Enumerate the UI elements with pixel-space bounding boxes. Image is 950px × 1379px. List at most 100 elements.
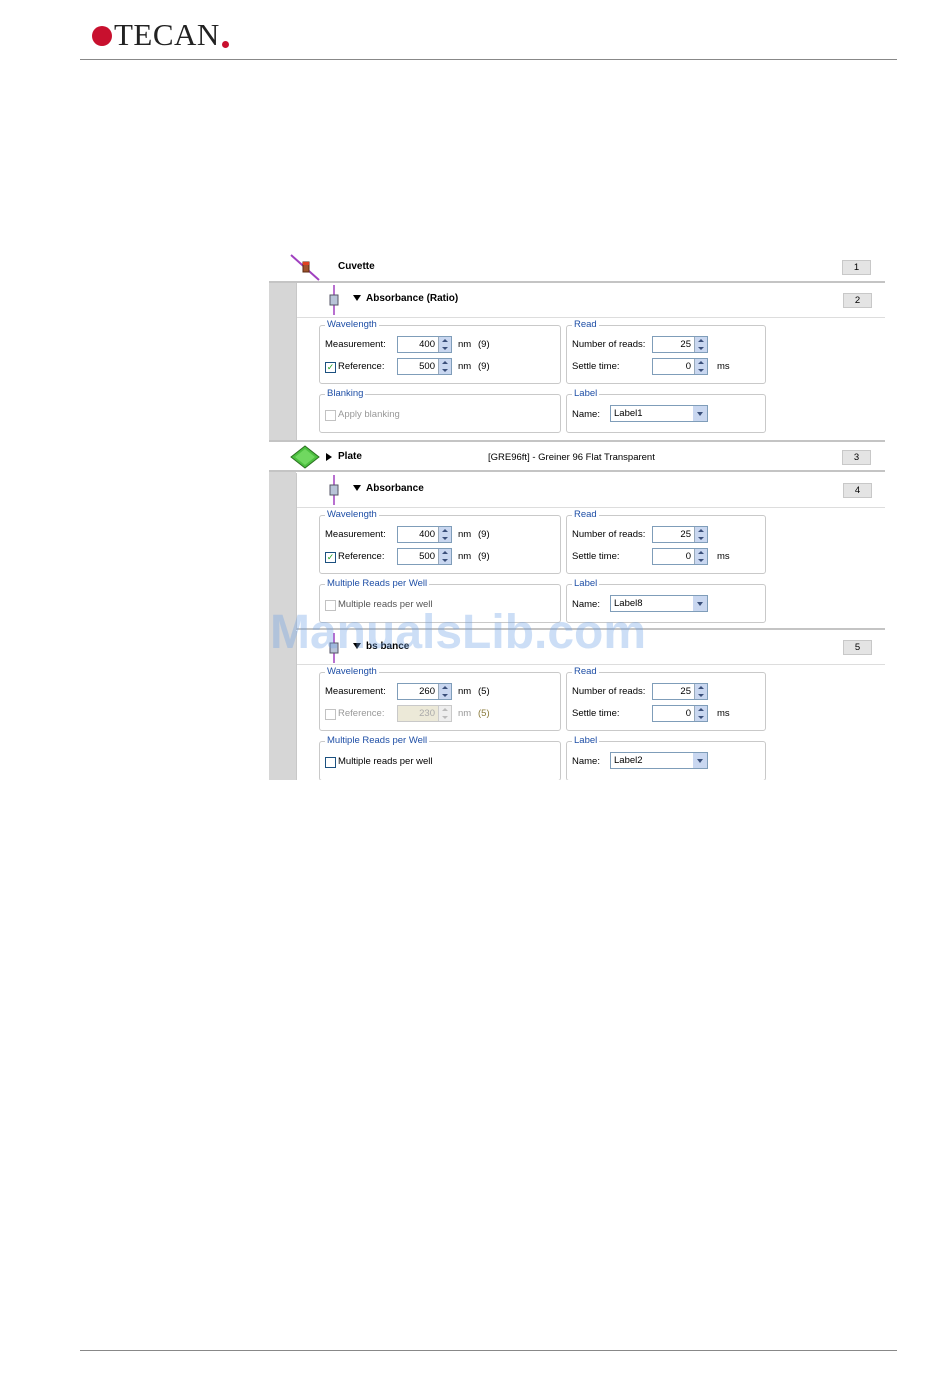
spinner-arrows-icon[interactable] <box>694 684 707 699</box>
settle-time-input[interactable]: 0 <box>652 705 708 722</box>
reference-wavelength-input[interactable]: 500 <box>397 358 452 375</box>
header-divider <box>80 59 897 60</box>
group-label: Read <box>572 509 599 520</box>
logo-period-icon <box>221 40 229 48</box>
settle-time-label: Settle time: <box>572 708 620 719</box>
reference-wavelength-input[interactable]: 230 <box>397 705 452 722</box>
spinner-arrows-icon[interactable] <box>694 337 707 352</box>
number-of-reads-input[interactable]: 25 <box>652 683 708 700</box>
read-group: Read Number of reads: 25 Settle time: 0 … <box>566 319 766 384</box>
settle-time-input[interactable]: 0 <box>652 358 708 375</box>
name-label: Name: <box>572 756 600 767</box>
number-of-reads-input[interactable]: 25 <box>652 526 708 543</box>
measurement-label: Measurement: <box>325 529 386 540</box>
number-of-reads-input[interactable]: 25 <box>652 336 708 353</box>
label-name-select[interactable]: Label1 <box>610 405 708 422</box>
measurement-wavelength-input[interactable]: 260 <box>397 683 452 700</box>
absorbance-icon <box>329 285 339 315</box>
unit-label: ms <box>717 708 730 719</box>
cuvette-icon <box>290 254 320 281</box>
row-absorbance[interactable]: Absorbance <box>297 473 885 507</box>
spinner-arrows-icon[interactable] <box>438 337 451 352</box>
row-absorbance-ratio[interactable]: Absorbance (Ratio) <box>297 283 885 317</box>
group-label: Read <box>572 666 599 677</box>
unit-label: nm <box>458 361 472 372</box>
apply-blanking-checkbox[interactable] <box>325 410 336 421</box>
absorbance-ratio-panel: Absorbance (Ratio) 2 Wavelength Measurem… <box>296 283 885 442</box>
unit-label: nm <box>458 339 472 350</box>
label-name-select[interactable]: Label2 <box>610 752 708 769</box>
settle-time-input[interactable]: 0 <box>652 548 708 565</box>
wavelength-group: Wavelength Measurement: 400 nm (9) ✓ Ref… <box>319 509 561 574</box>
group-label: Wavelength <box>325 666 379 677</box>
group-label: Multiple Reads per Well <box>325 735 430 746</box>
multiple-reads-checkbox[interactable] <box>325 757 336 768</box>
plate-description: [GRE96ft] - Greiner 96 Flat Transparent <box>488 452 655 463</box>
chevron-down-icon[interactable] <box>693 596 707 611</box>
nesting-strip <box>269 282 296 442</box>
apply-blanking-label: Apply blanking <box>338 409 400 420</box>
method-editor-screenshot: Cuvette 1 Absorbance (Ratio) 2 Wavelengt… <box>269 252 885 780</box>
unit-label: ms <box>717 551 730 562</box>
settle-time-label: Settle time: <box>572 361 620 372</box>
group-label: Blanking <box>325 388 366 399</box>
spinner-arrows-icon[interactable] <box>438 706 451 721</box>
spinner-arrows-icon[interactable] <box>438 549 451 564</box>
spinner-arrows-icon[interactable] <box>694 549 707 564</box>
chevron-down-icon[interactable] <box>693 753 707 768</box>
reference-wavelength-input[interactable]: 500 <box>397 548 452 565</box>
reference-checkbox[interactable]: ✓ <box>325 552 336 563</box>
group-label: Wavelength <box>325 509 379 520</box>
unit-label: nm <box>458 686 472 697</box>
read-group: Read Number of reads: 25 Settle time: 0 … <box>566 666 766 731</box>
reference-checkbox[interactable]: ✓ <box>325 362 336 373</box>
row-separator <box>269 470 885 472</box>
number-of-reads-label: Number of reads: <box>572 686 646 697</box>
label-group: Label Name: Label2 <box>566 735 766 780</box>
spinner-arrows-icon[interactable] <box>438 684 451 699</box>
header-line <box>297 664 885 665</box>
logo-dot-icon <box>92 26 112 46</box>
measurement-label: Measurement: <box>325 686 386 697</box>
row-plate[interactable]: Plate [GRE96ft] - Greiner 96 Flat Transp… <box>269 443 885 470</box>
collapse-arrow-icon[interactable] <box>353 485 361 491</box>
spinner-arrows-icon[interactable] <box>694 527 707 542</box>
bandwidth-label: (5) <box>478 708 490 719</box>
wavelength-group: Wavelength Measurement: 260 nm (5) Refer… <box>319 666 561 731</box>
measurement-wavelength-input[interactable]: 400 <box>397 526 452 543</box>
logo-text: TECAN <box>114 17 220 52</box>
blanking-group: Blanking Apply blanking <box>319 388 561 433</box>
unit-label: nm <box>458 708 472 719</box>
row-separator <box>269 440 885 442</box>
step-number: 3 <box>842 450 871 465</box>
plate-icon <box>290 445 320 469</box>
group-label: Multiple Reads per Well <box>325 578 430 589</box>
chevron-down-icon[interactable] <box>693 406 707 421</box>
unit-label: nm <box>458 529 472 540</box>
number-of-reads-label: Number of reads: <box>572 339 646 350</box>
row-cuvette[interactable]: Cuvette <box>269 252 885 282</box>
reference-checkbox[interactable] <box>325 709 336 720</box>
spinner-arrows-icon[interactable] <box>438 359 451 374</box>
header-line <box>297 317 885 318</box>
absorbance-icon <box>329 475 339 505</box>
bandwidth-label: (9) <box>478 529 490 540</box>
expand-arrow-icon[interactable] <box>326 453 332 461</box>
read-group: Read Number of reads: 25 Settle time: 0 … <box>566 509 766 574</box>
spinner-arrows-icon[interactable] <box>438 527 451 542</box>
unit-label: ms <box>717 361 730 372</box>
spinner-arrows-icon[interactable] <box>694 706 707 721</box>
row-title: Cuvette <box>338 261 375 272</box>
reference-label: Reference: <box>338 361 385 372</box>
group-label: Wavelength <box>325 319 379 330</box>
settle-time-label: Settle time: <box>572 551 620 562</box>
unit-label: nm <box>458 551 472 562</box>
spinner-arrows-icon[interactable] <box>694 359 707 374</box>
step-number: 5 <box>843 640 872 655</box>
group-label: Read <box>572 319 599 330</box>
collapse-arrow-icon[interactable] <box>353 295 361 301</box>
measurement-wavelength-input[interactable]: 400 <box>397 336 452 353</box>
watermark: ManualsLib.com <box>270 606 647 659</box>
bandwidth-label: (9) <box>478 551 490 562</box>
group-label: Label <box>572 578 600 589</box>
